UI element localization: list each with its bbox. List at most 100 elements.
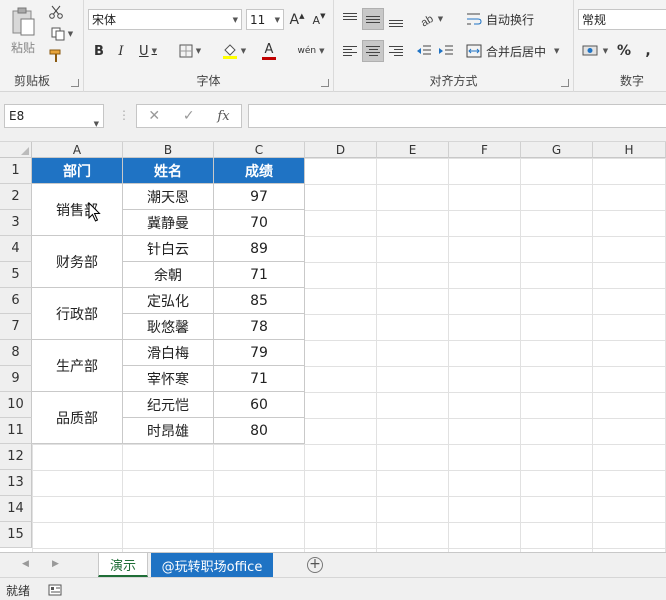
name-cell[interactable]: 定弘化 (123, 288, 214, 314)
score-cell[interactable]: 60 (214, 392, 305, 418)
bold-button[interactable]: B (90, 40, 108, 62)
name-cell[interactable]: 余朝 (123, 262, 214, 288)
name-cell[interactable]: 宰怀寒 (123, 366, 214, 392)
column-header[interactable]: A (32, 142, 123, 158)
score-cell[interactable]: 79 (214, 340, 305, 366)
decrease-indent-button[interactable] (414, 40, 434, 62)
score-cell[interactable]: 71 (214, 366, 305, 392)
table-header-cell[interactable]: 成绩 (214, 158, 305, 184)
name-box[interactable]: E8 ▼ (4, 104, 104, 128)
formula-bar-grip-icon[interactable]: ⋮ (118, 108, 130, 122)
score-cell[interactable]: 78 (214, 314, 305, 340)
shrink-font-button[interactable]: A ▼ (310, 10, 328, 30)
worksheet-grid[interactable]: ABCDEFGH 1 2 3 4 5 6 7 8 9 10 11 12 13 14 15 部门 姓名 成绩 销售部… (0, 142, 666, 552)
align-center-button[interactable] (362, 40, 384, 62)
column-header[interactable]: H (593, 142, 666, 158)
confirm-icon[interactable]: ✓ (183, 108, 195, 124)
department-cell[interactable]: 销售部 (32, 184, 123, 236)
alignment-launcher-icon[interactable] (561, 79, 569, 87)
row-header[interactable]: 12 (0, 444, 32, 470)
sheet-tab-office[interactable]: @玩转职场office (151, 553, 273, 577)
column-header[interactable]: D (305, 142, 377, 158)
row-header[interactable]: 10 (0, 392, 32, 418)
phonetic-button[interactable]: wén ▼ (294, 40, 328, 62)
orientation-button[interactable]: ab ▼ (416, 8, 446, 30)
row-header[interactable]: 11 (0, 418, 32, 444)
table-header-cell[interactable]: 部门 (32, 158, 123, 184)
increase-indent-button[interactable] (436, 40, 456, 62)
align-bottom-button[interactable] (386, 8, 406, 30)
row-header[interactable]: 1 (0, 158, 32, 184)
row-header[interactable]: 15 (0, 522, 32, 548)
font-color-button[interactable]: A (254, 40, 284, 62)
border-button[interactable]: ▼ (174, 40, 206, 62)
bold-icon: B (94, 43, 104, 59)
column-header[interactable]: G (521, 142, 593, 158)
row-header[interactable]: 8 (0, 340, 32, 366)
score-cell[interactable]: 89 (214, 236, 305, 262)
fill-color-button[interactable]: ▼ (218, 40, 250, 62)
score-cell[interactable]: 80 (214, 418, 305, 444)
row-header[interactable]: 3 (0, 210, 32, 236)
align-left-button[interactable] (340, 40, 360, 62)
name-cell[interactable]: 时昂雄 (123, 418, 214, 444)
cut-button[interactable] (46, 3, 66, 21)
formula-bar: E8 ▼ ⋮ ✕ ✓ fx (0, 92, 666, 142)
percent-button[interactable]: % (614, 40, 634, 62)
copy-button[interactable]: ▼ (46, 25, 78, 43)
row-header[interactable]: 13 (0, 470, 32, 496)
column-header[interactable]: E (377, 142, 449, 158)
name-cell[interactable]: 针白云 (123, 236, 214, 262)
scroll-tabs-left-icon[interactable]: ◀ (22, 559, 29, 569)
name-cell[interactable]: 耿悠馨 (123, 314, 214, 340)
table-header-cell[interactable]: 姓名 (123, 158, 214, 184)
insert-function-icon[interactable]: fx (217, 109, 229, 124)
wrap-text-button[interactable]: 自动换行 (466, 8, 542, 30)
cancel-icon[interactable]: ✕ (148, 108, 160, 124)
row-header[interactable]: 14 (0, 496, 32, 522)
font-launcher-icon[interactable] (321, 79, 329, 87)
department-cell[interactable]: 财务部 (32, 236, 123, 288)
column-header[interactable]: B (123, 142, 214, 158)
font-size-select[interactable]: 11 ▼ (246, 9, 284, 30)
formula-input[interactable] (248, 104, 666, 128)
score-cell[interactable]: 97 (214, 184, 305, 210)
comma-style-button[interactable]: , (638, 40, 658, 62)
row-header[interactable]: 2 (0, 184, 32, 210)
align-right-button[interactable] (386, 40, 406, 62)
row-header[interactable]: 5 (0, 262, 32, 288)
grow-font-button[interactable]: A ▲ (288, 10, 306, 30)
align-middle-button[interactable] (362, 8, 384, 30)
row-header[interactable]: 7 (0, 314, 32, 340)
column-header[interactable]: C (214, 142, 305, 158)
underline-button[interactable]: U ▼ (134, 40, 162, 62)
sheet-tab-demo[interactable]: 演示 (98, 553, 148, 577)
select-all-corner[interactable] (0, 142, 32, 158)
department-cell[interactable]: 生产部 (32, 340, 123, 392)
scroll-tabs-right-icon[interactable]: ▶ (52, 559, 59, 569)
score-cell[interactable]: 70 (214, 210, 305, 236)
department-cell[interactable]: 品质部 (32, 392, 123, 444)
department-cell[interactable]: 行政部 (32, 288, 123, 340)
merge-center-button[interactable]: 合并后居中 ▼ (466, 40, 566, 62)
row-header[interactable]: 6 (0, 288, 32, 314)
name-cell[interactable]: 纪元恺 (123, 392, 214, 418)
font-name-select[interactable]: 宋体 ▼ (88, 9, 242, 30)
score-cell[interactable]: 71 (214, 262, 305, 288)
italic-button[interactable]: I (112, 40, 130, 62)
column-header[interactable]: F (449, 142, 521, 158)
row-header[interactable]: 9 (0, 366, 32, 392)
row-header[interactable]: 4 (0, 236, 32, 262)
format-painter-button[interactable] (46, 47, 66, 65)
macro-record-icon[interactable] (48, 584, 62, 596)
name-cell[interactable]: 冀静曼 (123, 210, 214, 236)
score-cell[interactable]: 85 (214, 288, 305, 314)
add-sheet-icon[interactable]: + (307, 557, 323, 573)
paste-button[interactable]: 粘贴 (4, 4, 42, 58)
align-top-button[interactable] (340, 8, 360, 30)
currency-button[interactable]: ▼ (578, 40, 612, 62)
number-format-select[interactable]: 常规 (578, 9, 666, 30)
name-cell[interactable]: 滑白梅 (123, 340, 214, 366)
name-cell[interactable]: 潮天恩 (123, 184, 214, 210)
clipboard-launcher-icon[interactable] (71, 79, 79, 87)
